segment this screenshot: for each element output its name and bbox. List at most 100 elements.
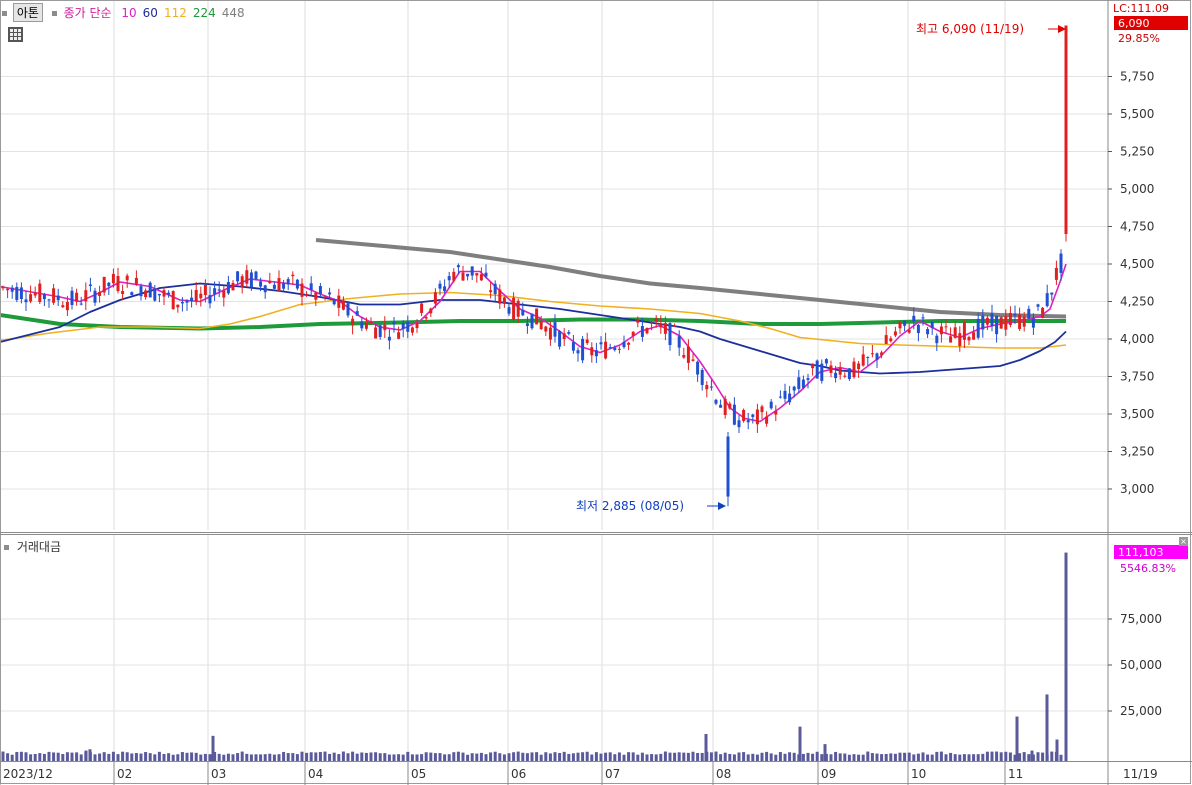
price-tick-label: 5,750 [1120, 70, 1154, 84]
candle [962, 320, 966, 349]
candle [893, 326, 897, 338]
volume-tick-label: 75,000 [1120, 612, 1162, 626]
volume-bar [815, 751, 819, 761]
stock-chart-window: LC:111.09 6,090 29.85% 5,750 5,500 5,250 5,… [0, 0, 1192, 785]
candle [75, 288, 79, 306]
table-view-icon[interactable] [8, 27, 23, 42]
volume-bar [84, 750, 88, 761]
volume-bar [203, 753, 207, 761]
candle [558, 329, 562, 350]
volume-bar [507, 753, 511, 761]
time-axis-label: 06 [511, 767, 526, 781]
volume-bar [180, 752, 184, 761]
volume-bar [452, 752, 456, 761]
current-volume-tag: 111,103 [1118, 546, 1164, 559]
volume-bar [79, 754, 83, 761]
close-panel-icon[interactable]: × [1179, 537, 1188, 546]
candle [410, 326, 414, 336]
volume-bar [272, 754, 276, 761]
candle [769, 399, 773, 410]
volume-bar [1041, 752, 1045, 761]
volume-bar [645, 754, 649, 761]
candle [760, 404, 764, 419]
candle [148, 281, 152, 298]
candle [309, 276, 313, 297]
volume-bar [512, 752, 516, 761]
volume-bar [341, 751, 345, 761]
volume-bar [650, 754, 654, 761]
candle [10, 285, 14, 299]
volume-bar [857, 754, 861, 761]
candle [392, 317, 396, 333]
volume-bar [571, 753, 575, 761]
volume-bar [259, 754, 263, 761]
volume-bar [1, 751, 5, 761]
candle [953, 321, 957, 339]
volume-bar [617, 752, 621, 761]
volume-bar [604, 752, 608, 761]
volume-bar [1059, 754, 1063, 761]
volume-bar [171, 754, 175, 761]
volume-bar [328, 753, 332, 761]
candle [976, 312, 980, 340]
volume-tick-label: 25,000 [1120, 704, 1162, 718]
candle [429, 307, 433, 318]
volume-bar [599, 753, 603, 761]
volume-bar [852, 754, 856, 761]
volume-bar [682, 752, 686, 761]
volume-bar [75, 752, 79, 761]
volume-bar [24, 752, 28, 761]
volume-bar [958, 754, 962, 761]
candle [967, 335, 971, 345]
candle [176, 304, 180, 313]
volume-bar [475, 753, 479, 761]
volume-bar [144, 752, 148, 761]
volume-bar [433, 753, 437, 761]
volume-bar [139, 753, 143, 761]
volume-bar [659, 753, 663, 761]
candle [84, 282, 88, 311]
stock-name-button[interactable]: 아톤 [12, 3, 43, 22]
candle [337, 288, 341, 317]
time-axis: 11/19 2023/12 02 03 04 05 06 07 08 09 10 11 [0, 761, 1158, 785]
volume-bar [479, 752, 483, 761]
volume-bar [300, 751, 304, 761]
settings-square-icon[interactable] [2, 11, 7, 16]
candle [700, 368, 704, 391]
volume-bar [194, 752, 198, 761]
volume-bar [254, 754, 258, 761]
volume-bar [829, 754, 833, 761]
volume-bar [111, 751, 115, 761]
ma-settings-square-icon[interactable] [51, 11, 57, 16]
price-tick-label: 5,500 [1120, 107, 1154, 121]
candle [645, 327, 649, 335]
chart-canvas[interactable]: LC:111.09 6,090 29.85% 5,750 5,500 5,250 5,… [0, 0, 1192, 785]
volume-bar [360, 752, 364, 761]
volume-bar [907, 752, 911, 761]
chart-header: 아톤 종가 단순 10 60 112 224 448 [2, 3, 245, 22]
volume-bar [286, 753, 290, 761]
ma-period-labels: 10 60 112 224 448 [115, 6, 244, 20]
volume-bar [98, 753, 102, 761]
price-tick-label: 4,500 [1120, 257, 1154, 271]
candle [999, 316, 1003, 329]
candle [732, 397, 736, 426]
volume-settings-square-icon[interactable] [4, 545, 9, 550]
volume-bar [728, 753, 732, 761]
low-annotation: 최저 2,885 (08/05) [576, 499, 726, 513]
volume-bar [521, 752, 525, 761]
volume-bar [420, 754, 424, 761]
volume-bar [438, 753, 442, 761]
volume-bar [493, 751, 497, 761]
candle [820, 359, 824, 384]
candle [714, 398, 718, 406]
volume-bar [949, 752, 953, 761]
candle [502, 296, 506, 308]
candle [47, 298, 51, 308]
volume-bar [696, 752, 700, 761]
volume-bar [981, 753, 985, 761]
time-axis-label: 08 [716, 767, 731, 781]
volume-bar [378, 753, 382, 761]
candle [990, 304, 994, 332]
volume-bar [944, 754, 948, 761]
